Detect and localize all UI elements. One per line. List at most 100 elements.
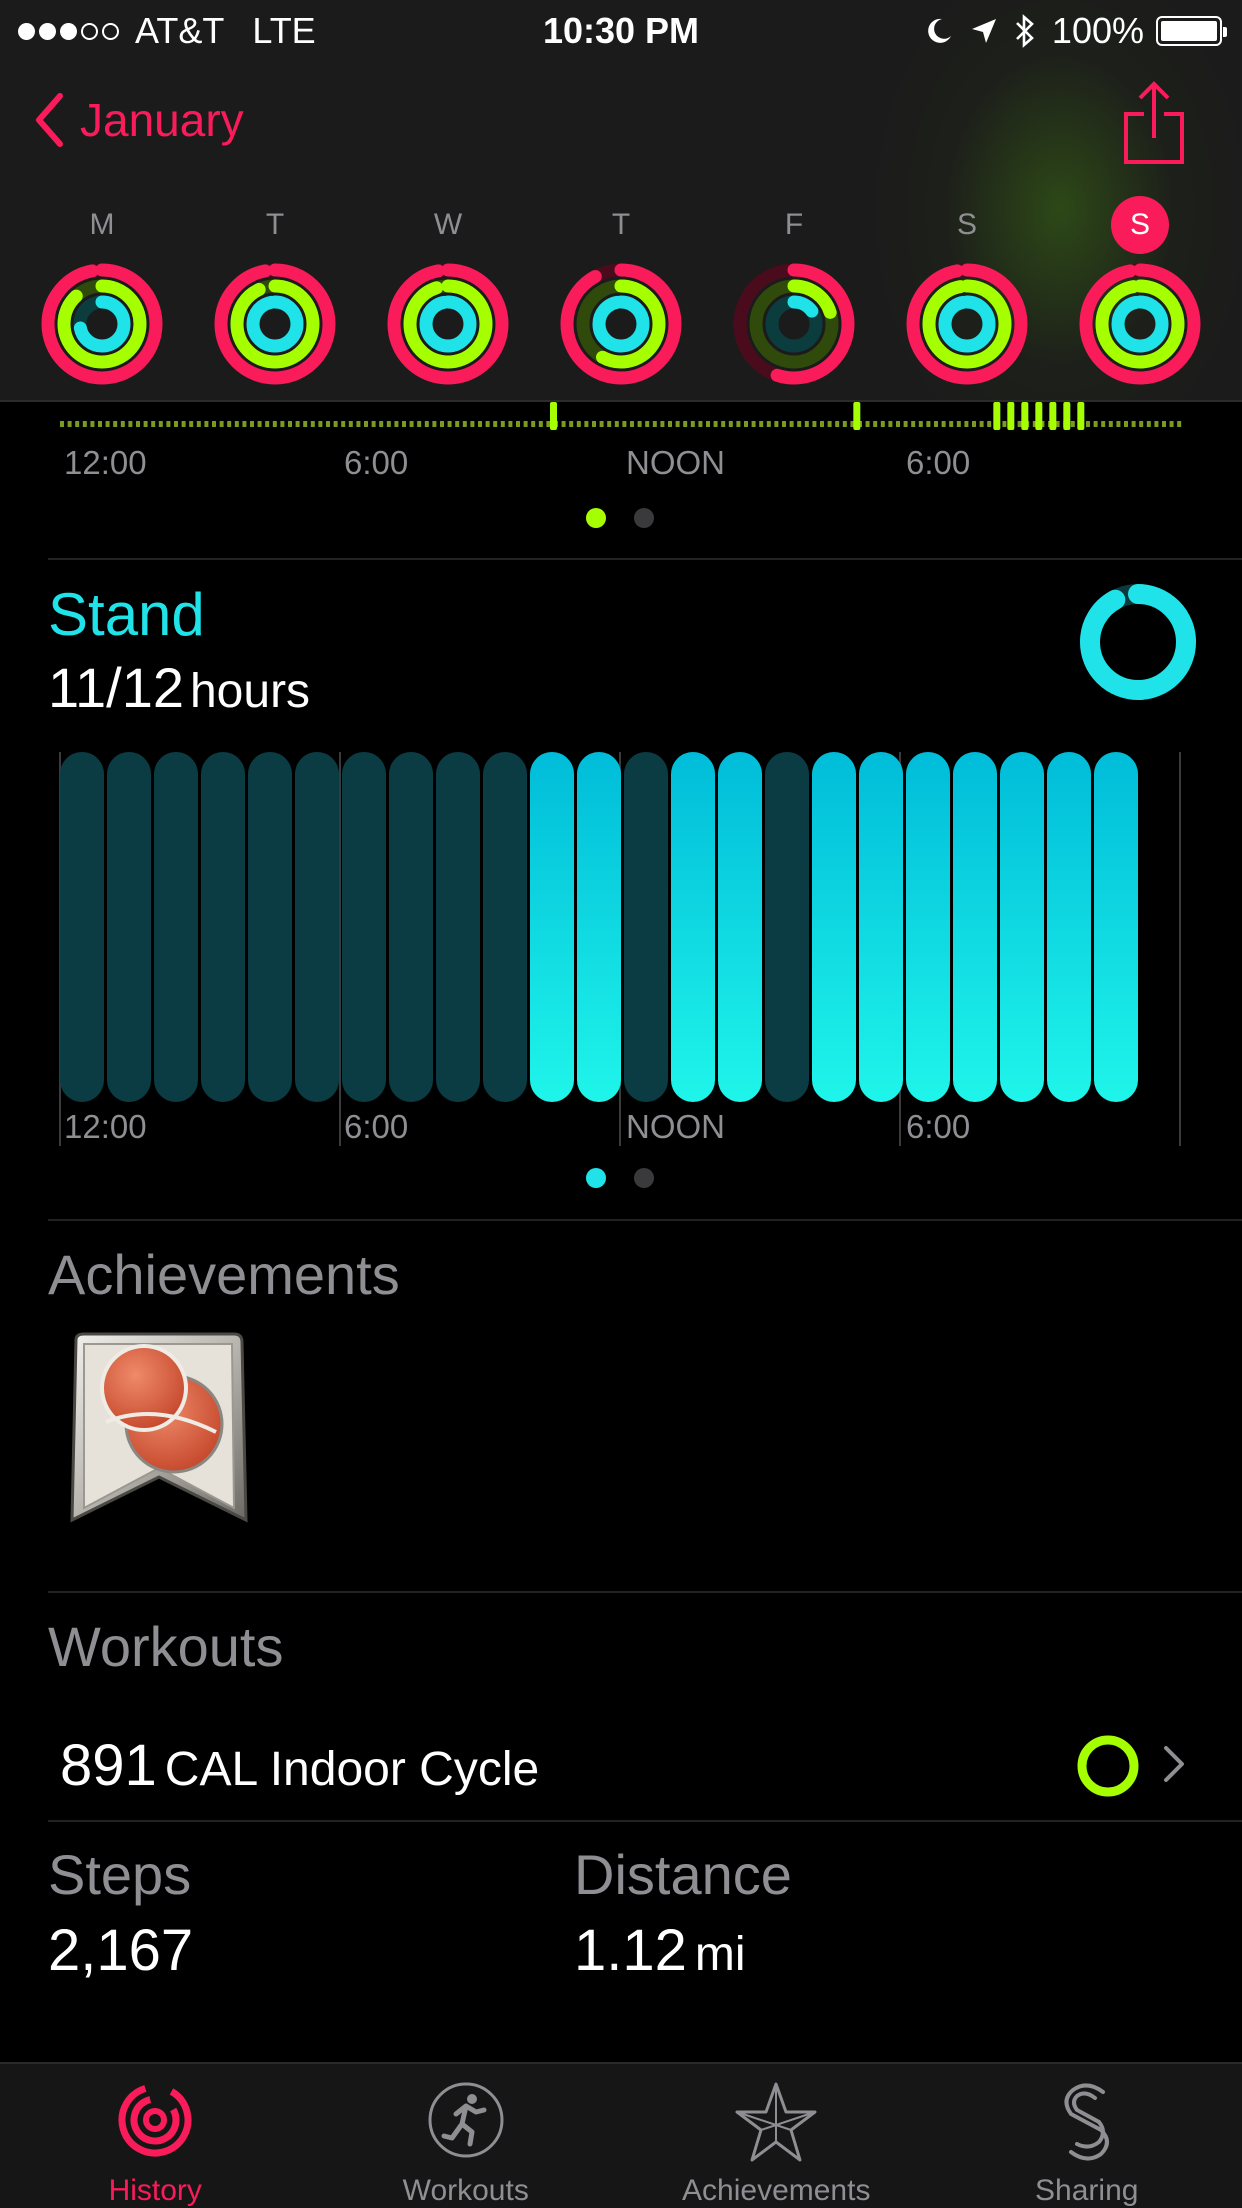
stand-page-indicator[interactable]	[586, 1168, 682, 1188]
move-tick	[668, 421, 672, 427]
move-tick	[804, 421, 809, 427]
week-day[interactable]: T	[205, 200, 345, 400]
move-active-bar	[853, 402, 861, 430]
move-active-bar	[1035, 402, 1043, 430]
status-right: 100%	[924, 10, 1227, 52]
move-active-bar	[1077, 402, 1085, 430]
stand-unit: hours	[189, 665, 311, 718]
tab-history[interactable]: History	[0, 2064, 311, 2208]
move-tick	[272, 421, 277, 427]
move-tick	[166, 421, 171, 427]
move-tick	[181, 421, 186, 427]
week-day[interactable]: F	[724, 200, 864, 400]
workouts-title: Workouts	[48, 1615, 284, 1678]
move-tick	[326, 421, 330, 427]
move-tick	[1070, 421, 1075, 427]
tab-workouts[interactable]: Workouts	[311, 2064, 622, 2208]
move-tick	[318, 421, 323, 427]
move-tick	[599, 421, 604, 427]
moon-icon	[924, 16, 954, 46]
move-page-indicator[interactable]	[586, 508, 682, 528]
move-tick	[576, 421, 581, 427]
move-active-bar	[1049, 402, 1057, 430]
move-tick	[706, 421, 710, 427]
move-hour-label: 6:00	[344, 444, 409, 481]
move-tick	[394, 421, 399, 427]
move-tick	[417, 421, 422, 427]
move-tick	[538, 421, 543, 427]
move-tick	[797, 421, 802, 427]
distance-unit: mi	[694, 1928, 746, 1981]
move-tick	[60, 421, 64, 427]
week-day[interactable]: T	[551, 200, 691, 400]
move-tick	[341, 421, 346, 427]
achievements-section: Achievements	[0, 1220, 1242, 1590]
stand-hour-label: 12:00	[64, 1108, 147, 1145]
week-day[interactable]: S	[897, 200, 1037, 400]
day-letter: W	[433, 208, 463, 241]
stand-hour-bar	[1000, 752, 1044, 1102]
move-tick	[721, 421, 726, 427]
move-tick	[1131, 421, 1136, 427]
stats-section: Steps 2,167 Distance 1.12 mi	[0, 1822, 1242, 2062]
move-tick	[493, 421, 498, 427]
move-tick	[508, 421, 513, 427]
move-tick	[789, 421, 794, 427]
move-tick	[1002, 421, 1007, 427]
week-day[interactable]: S	[1070, 196, 1210, 400]
page-dot	[634, 1168, 654, 1188]
move-tick	[903, 421, 908, 427]
stand-hour-bar	[201, 752, 245, 1102]
rings-achievement-badge-icon[interactable]	[66, 1332, 252, 1532]
move-tick	[660, 421, 665, 427]
move-tick	[987, 421, 992, 427]
move-tick	[918, 421, 923, 427]
stand-hour-bar	[60, 752, 104, 1102]
workouts-section: Workouts 891 CAL Indoor Cycle	[0, 1592, 1242, 1822]
workout-row[interactable]: 891 CAL Indoor Cycle	[0, 1722, 1242, 1822]
share-button[interactable]	[1122, 80, 1186, 171]
history-icon	[118, 2083, 192, 2157]
stand-hour-bar	[1047, 752, 1091, 1102]
chevron-right-icon	[1164, 1746, 1184, 1782]
move-tick	[478, 421, 482, 427]
activity-rings-icon	[214, 263, 336, 385]
move-tick	[158, 421, 163, 427]
move-tick	[759, 421, 764, 427]
tab-sharing[interactable]: Sharing	[932, 2064, 1242, 2208]
move-timeline: 12:00 6:00 NOON 6:00	[0, 402, 1242, 562]
workout-summary: 891 CAL Indoor Cycle	[60, 1732, 539, 1799]
stand-value: 11/12 hours	[48, 655, 310, 720]
move-active-bar	[550, 402, 557, 430]
back-button[interactable]: January	[34, 92, 244, 148]
move-tick	[212, 421, 216, 427]
move-tick	[645, 421, 650, 427]
week-day[interactable]: M	[32, 200, 172, 400]
move-tick	[835, 421, 840, 427]
activity-rings-icon	[733, 263, 855, 385]
page-dot	[586, 1168, 606, 1188]
move-tick	[941, 421, 946, 427]
battery-icon	[1156, 16, 1227, 46]
move-tick	[196, 421, 201, 427]
move-tick	[630, 421, 634, 427]
move-tick	[485, 421, 490, 427]
distance-label: Distance	[574, 1843, 792, 1906]
stand-hour-bar	[389, 752, 433, 1102]
move-tick	[1154, 421, 1159, 427]
move-tick	[82, 421, 87, 427]
move-tick	[690, 421, 695, 427]
move-active-bar	[993, 402, 1001, 430]
move-tick	[356, 421, 361, 427]
tab-achievements[interactable]: Achievements	[621, 2064, 932, 2208]
move-tick	[447, 421, 452, 427]
move-tick	[136, 421, 140, 427]
move-hour-label: 6:00	[906, 444, 971, 481]
move-tick	[766, 421, 771, 427]
stand-hour-bar	[859, 752, 903, 1102]
stand-hour-bar	[577, 752, 621, 1102]
move-tick	[782, 421, 786, 427]
move-tick	[698, 421, 703, 427]
move-hour-label: 12:00	[64, 444, 147, 481]
week-day[interactable]: W	[378, 200, 518, 400]
